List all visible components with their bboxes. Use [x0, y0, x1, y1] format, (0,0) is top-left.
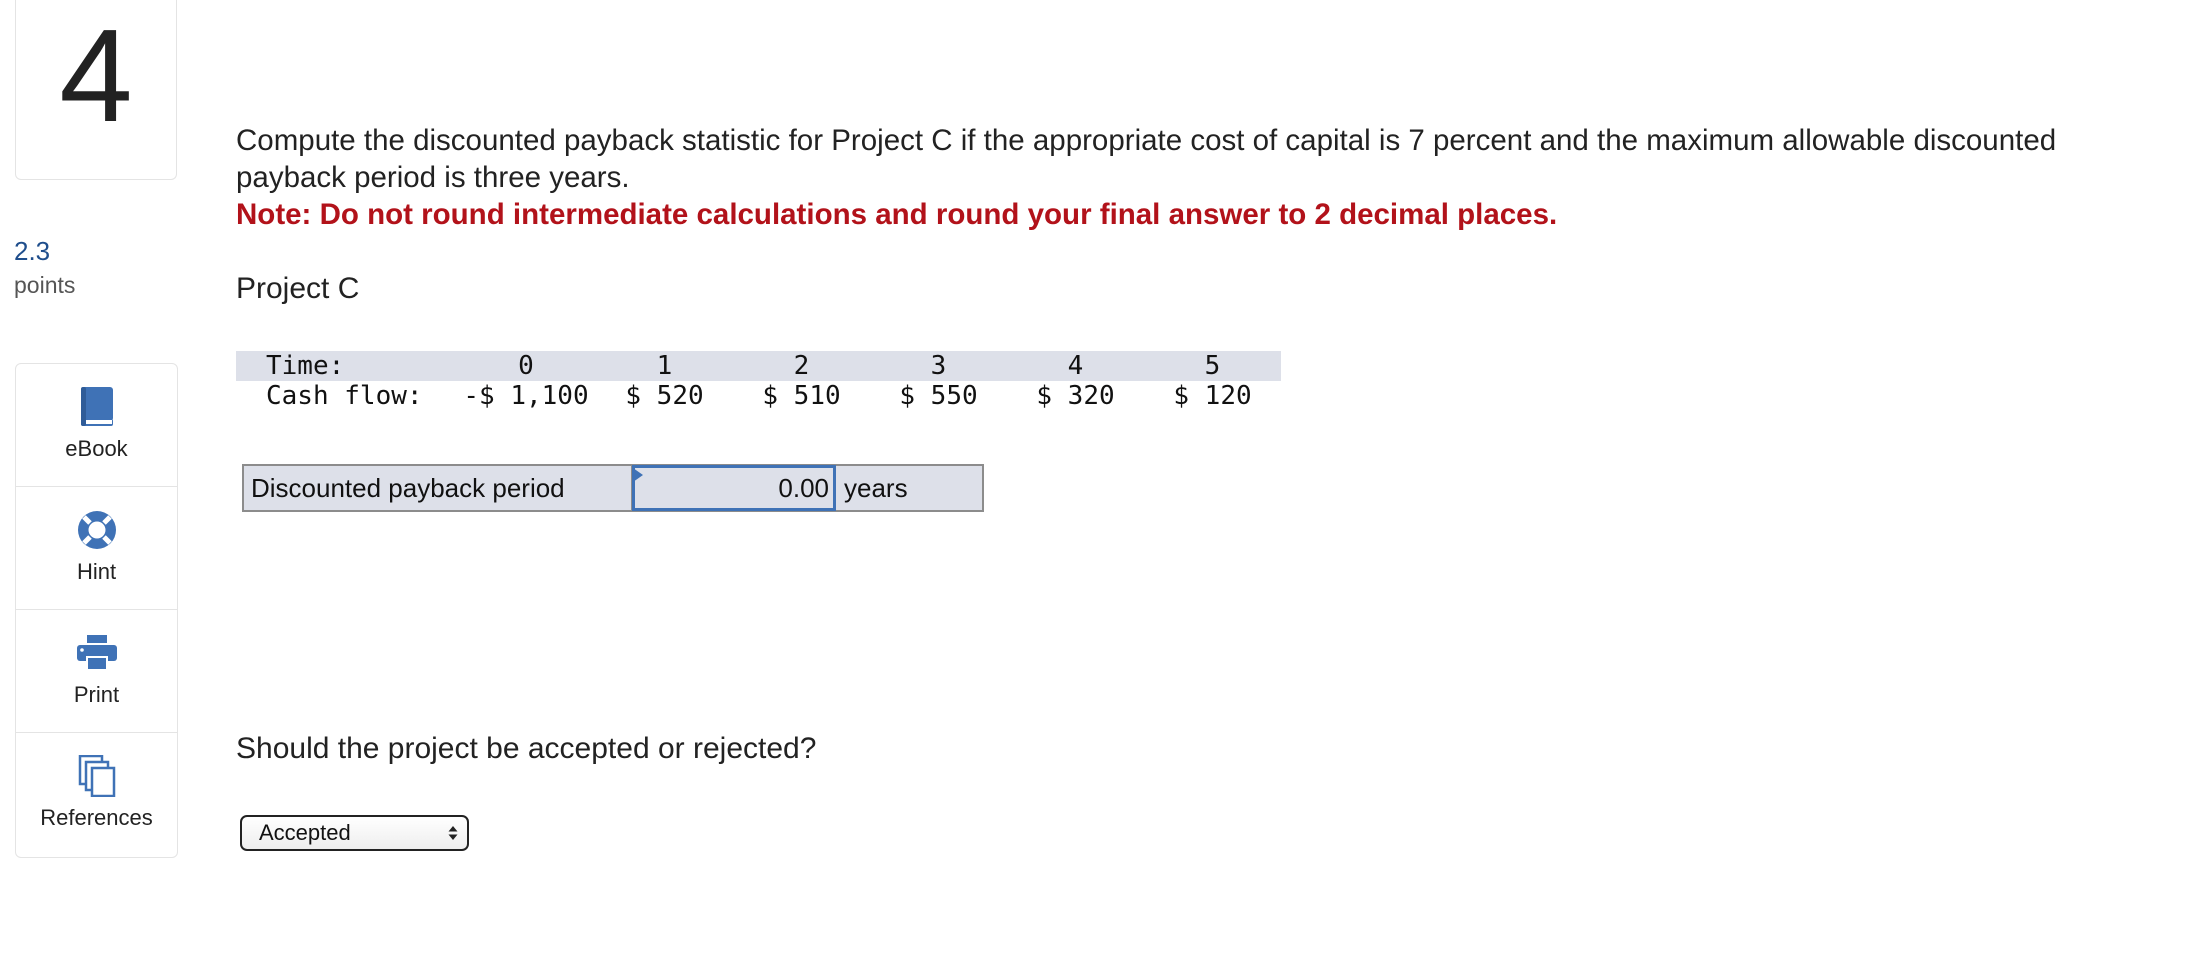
documents-icon — [16, 755, 177, 797]
project-title: Project C — [236, 272, 360, 305]
rounding-note: Note: Do not round intermediate calculat… — [236, 198, 1558, 231]
cash-flow-label: Cash flow: — [266, 381, 423, 411]
time-row: Time: 0 1 2 3 4 5 — [236, 351, 1281, 381]
print-label: Print — [73, 682, 120, 707]
discounted-payback-input[interactable] — [632, 465, 836, 511]
references-button[interactable]: References — [16, 733, 177, 856]
cash-flow-cell: $ 320 — [1036, 381, 1115, 411]
references-label: References — [40, 805, 153, 830]
printer-icon — [16, 632, 177, 674]
cash-flow-cell: $ 120 — [1173, 381, 1252, 411]
cash-flow-cell: $ 510 — [762, 381, 841, 411]
input-marker-icon — [633, 468, 643, 482]
hint-label: Hint — [76, 559, 117, 584]
answer-row: Discounted payback period years — [242, 464, 984, 512]
question-number-box: 4 — [15, 0, 177, 180]
ebook-label: eBook — [65, 436, 128, 461]
points-label: points — [14, 272, 76, 298]
answer-unit: years — [844, 473, 908, 503]
time-cell: 4 — [1007, 351, 1144, 381]
tools-panel: eBook Hint Print References — [15, 363, 178, 858]
time-cell: 2 — [733, 351, 870, 381]
cash-flow-row: Cash flow: -$ 1,100 $ 520 $ 510 $ 550 $ … — [236, 381, 1281, 411]
answer-input-wrap — [632, 465, 836, 511]
time-cell: 1 — [596, 351, 733, 381]
question-text: Compute the discounted payback statistic… — [236, 124, 2057, 194]
select-arrows-icon — [448, 826, 458, 840]
hint-button[interactable]: Hint — [16, 487, 177, 610]
time-cell: 0 — [456, 351, 596, 381]
answer-label: Discounted payback period — [244, 466, 632, 510]
cash-flow-cell: $ 520 — [625, 381, 704, 411]
cash-flow-cell: $ 550 — [899, 381, 978, 411]
points-value: 2.3 — [14, 236, 51, 266]
print-button[interactable]: Print — [16, 610, 177, 733]
cash-flow-table: Time: 0 1 2 3 4 5 Cash flow: -$ 1,100 $ … — [236, 351, 1281, 411]
time-cell: 3 — [870, 351, 1007, 381]
decision-select[interactable]: Accepted — [240, 815, 469, 851]
decision-question: Should the project be accepted or reject… — [236, 732, 817, 765]
question-text-block: Compute the discounted payback statistic… — [236, 122, 2136, 233]
cash-flow-cell: -$ 1,100 — [463, 381, 589, 411]
lifebuoy-icon — [16, 509, 177, 551]
question-number: 4 — [59, 2, 133, 149]
decision-select-value: Accepted — [259, 820, 351, 845]
time-label: Time: — [236, 351, 456, 381]
book-icon — [16, 386, 177, 428]
ebook-button[interactable]: eBook — [16, 364, 177, 487]
time-cell: 5 — [1144, 351, 1281, 381]
